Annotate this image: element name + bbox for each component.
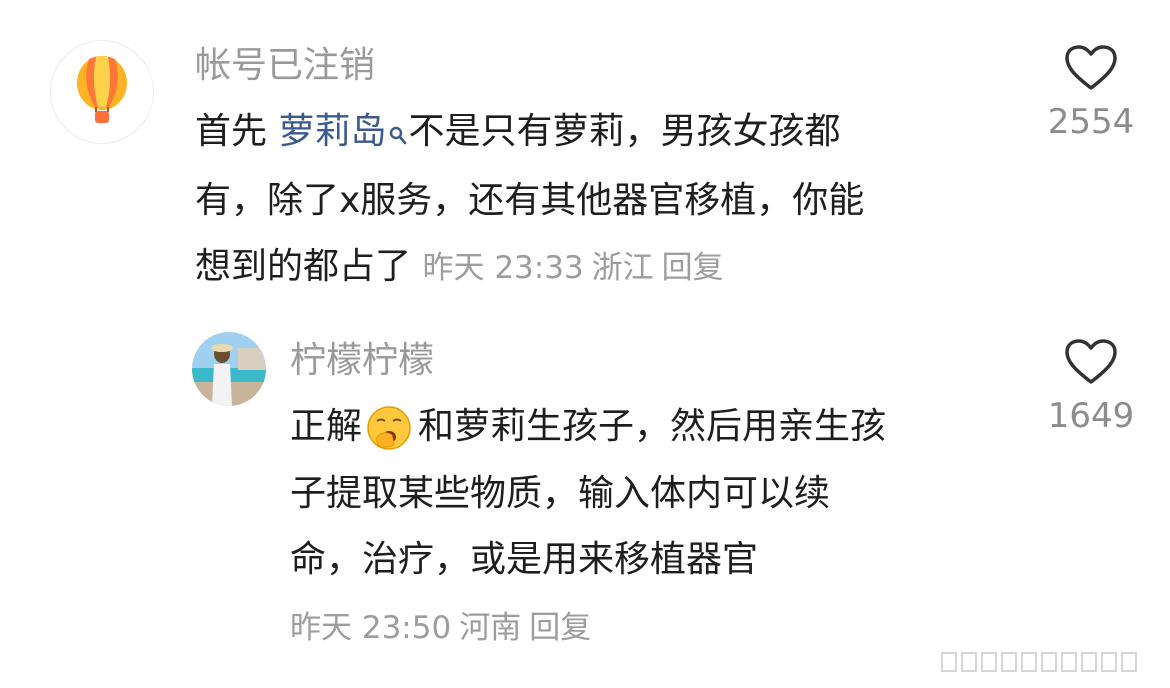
comment-meta: 昨天 23:50 河南 回复: [290, 604, 599, 652]
like-count: 2554: [1047, 102, 1135, 142]
reply-button[interactable]: 回复: [529, 610, 591, 646]
comment-text-line: 命，治疗，或是用来移植器官: [290, 539, 759, 580]
comment-text-prefix: 首先: [195, 111, 279, 152]
beach-photo-avatar: [192, 332, 266, 406]
like-count: 1649: [1047, 396, 1135, 436]
username[interactable]: 帐号已注销: [195, 42, 375, 90]
timestamp: 昨天 23:50: [290, 610, 452, 646]
comment-text-line: 正解 和萝莉生孩子，然后用亲生孩: [290, 403, 886, 451]
comment-text-end: 想到的都占了: [195, 246, 412, 287]
comment-text-line: 想到的都占了 昨天 23:33 浙江 回复: [195, 243, 732, 292]
heart-outline-icon: [1065, 45, 1117, 90]
comment-text-line: 首先 萝莉岛 不是只有萝莉，男孩女孩都: [195, 108, 840, 160]
comment-meta: 昨天 23:33 浙江 回复: [422, 250, 731, 286]
comment-text-line: 有，除了x服务，还有其他器官移植，你能: [195, 180, 865, 221]
like-button[interactable]: 1649: [1036, 338, 1146, 438]
search-icon[interactable]: [388, 112, 408, 160]
comment-text-line: 子提取某些物质，输入体内可以续: [290, 473, 831, 514]
hot-air-balloon-icon: [77, 56, 127, 123]
location: 浙江: [591, 250, 654, 286]
comment-text-prefix: 正解: [290, 406, 363, 447]
avatar[interactable]: [192, 332, 266, 406]
comment-text-suffix: 不是只有萝莉，男孩女孩都: [408, 111, 841, 152]
like-button[interactable]: 2554: [1036, 44, 1146, 144]
avatar[interactable]: [50, 40, 154, 144]
topic-link[interactable]: 萝莉岛: [278, 111, 386, 152]
comment-text-suffix: 和萝莉生孩子，然后用亲生孩: [418, 406, 887, 447]
watermark: [940, 650, 1140, 674]
heart-outline-icon: [1065, 339, 1117, 384]
username[interactable]: 柠檬柠檬: [290, 337, 434, 385]
timestamp: 昨天 23:33: [422, 250, 584, 286]
yawning-face-emoji: [366, 405, 412, 451]
reply-button[interactable]: 回复: [662, 250, 724, 286]
location: 河南: [459, 610, 522, 646]
